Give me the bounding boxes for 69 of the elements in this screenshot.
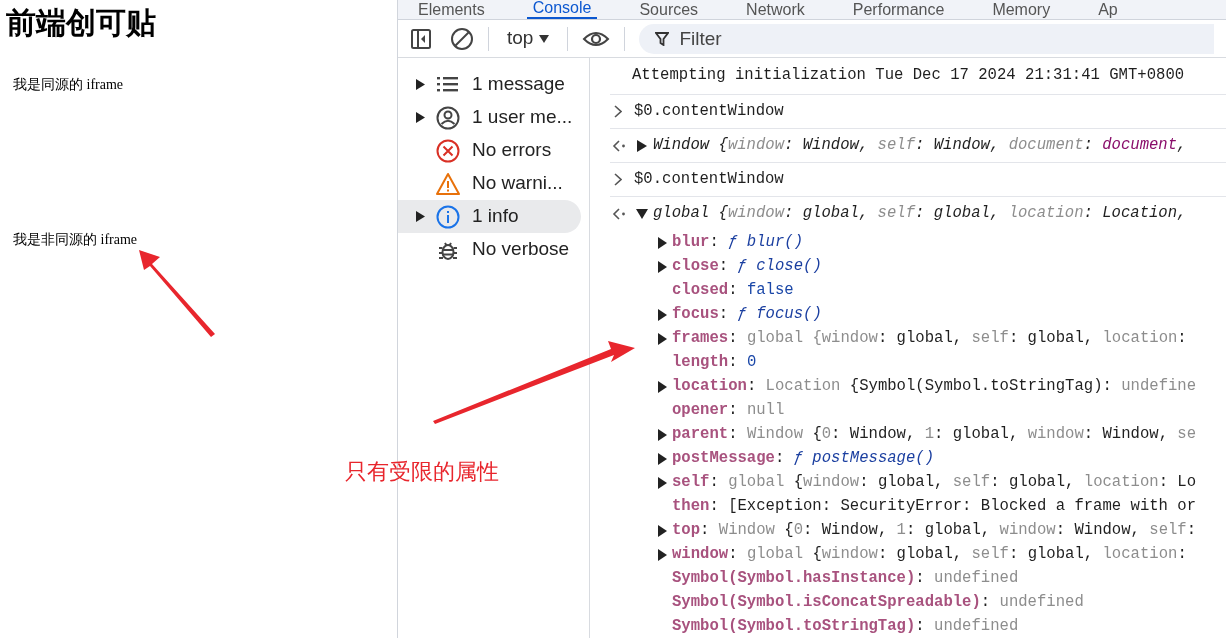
expand-triangle-icon[interactable] xyxy=(658,309,667,321)
property-line: closed: false xyxy=(672,280,794,302)
expand-triangle-icon[interactable] xyxy=(636,139,648,152)
warning-icon xyxy=(436,171,460,196)
error-icon xyxy=(436,138,460,163)
context-dropdown[interactable]: top xyxy=(503,24,554,53)
property-line: Symbol(Symbol.isConcatSpreadable): undefined xyxy=(672,592,1084,614)
expand-triangle-icon[interactable] xyxy=(416,112,425,123)
property-line: postMessage: ƒ postMessage() xyxy=(672,448,935,470)
property-line: focus: ƒ focus() xyxy=(672,304,822,326)
clear-console-icon[interactable] xyxy=(450,26,474,51)
iframe-text: 我是同源的 iframe xyxy=(12,76,124,94)
annotation-text: 只有受限的属性 xyxy=(345,458,499,486)
expand-triangle-icon[interactable] xyxy=(416,211,425,222)
property-line: window: global {window: global, self: global, location: xyxy=(672,544,1187,566)
result-arrow-icon xyxy=(612,208,626,220)
sidebar-item[interactable]: No verbose xyxy=(398,233,581,266)
caret-icon xyxy=(539,34,550,43)
prompt-chevron-icon xyxy=(614,173,622,186)
sidebar-item[interactable]: 1 info xyxy=(398,200,581,233)
devtools-tab[interactable]: Performance xyxy=(846,0,951,19)
sidebar-item[interactable]: No warni... xyxy=(398,167,581,200)
property-line: location: Location {Symbol(Symbol.toStringTag): undefine xyxy=(672,376,1197,398)
expand-triangle-icon[interactable] xyxy=(658,429,667,441)
eye-icon[interactable] xyxy=(582,29,611,48)
result-arrow-icon xyxy=(612,139,626,152)
property-line: blur: ƒ blur() xyxy=(672,232,804,254)
property-line: close: ƒ close() xyxy=(672,256,822,278)
expand-triangle-icon[interactable] xyxy=(658,453,667,465)
filter-icon xyxy=(655,31,670,46)
console-line: $0.contentWindow xyxy=(634,100,784,122)
devtools-tab[interactable]: Ap xyxy=(1092,0,1124,19)
property-line: Symbol(Symbol.toStringTag): undefined xyxy=(672,616,1019,638)
iframe-text: 我是非同源的 iframe xyxy=(12,231,138,249)
expand-triangle-icon[interactable] xyxy=(658,477,667,489)
console-line: Window {window: Window, self: Window, document: document, xyxy=(653,134,1187,156)
property-line: opener: null xyxy=(672,400,785,422)
property-line: parent: Window {0: Window, 1: global, window: Window, se xyxy=(672,424,1197,446)
sidebar-item[interactable]: 1 user me... xyxy=(398,101,581,134)
expand-triangle-icon[interactable] xyxy=(658,549,667,561)
console-line: global {window: global, self: global, location: Location, xyxy=(653,203,1187,225)
devtools-tab[interactable]: Elements xyxy=(412,0,491,19)
expand-triangle-icon[interactable] xyxy=(658,381,667,393)
console-line: $0.contentWindow xyxy=(634,168,784,190)
devtools-tab[interactable]: Sources xyxy=(633,0,705,19)
page-heading: 前端创可贴 xyxy=(5,5,157,41)
filter-field[interactable]: Filter xyxy=(639,23,1214,54)
sidebar-item[interactable]: 1 message xyxy=(398,68,581,101)
property-line: top: Window {0: Window, 1: global, window: Window, self: xyxy=(672,520,1197,542)
expand-triangle-icon[interactable] xyxy=(658,525,667,537)
property-line: self: global {window: global, self: global, location: Lo xyxy=(672,472,1197,494)
property-line: frames: global {window: global, self: global, location: xyxy=(672,328,1187,350)
expand-triangle-icon[interactable] xyxy=(636,208,648,220)
devtools-tab[interactable]: Network xyxy=(740,0,811,19)
property-line: then: [Exception: SecurityError: Blocked a frame with or xyxy=(672,496,1197,518)
console-line: Attempting initialization Tue Dec 17 2024 21:31:41 GMT+0800 xyxy=(632,65,1185,87)
expand-triangle-icon[interactable] xyxy=(658,261,667,273)
devtools-tab[interactable]: Memory xyxy=(986,0,1057,19)
info-icon xyxy=(436,204,460,229)
property-line: Symbol(Symbol.hasInstance): undefined xyxy=(672,568,1019,590)
expand-triangle-icon[interactable] xyxy=(658,237,667,249)
expand-triangle-icon[interactable] xyxy=(416,79,425,90)
sidebar-item[interactable]: No errors xyxy=(398,134,581,167)
sidebar-toggle-icon[interactable] xyxy=(410,27,432,50)
expand-triangle-icon[interactable] xyxy=(658,333,667,345)
property-line: length: 0 xyxy=(672,352,757,374)
prompt-chevron-icon xyxy=(614,105,622,118)
user-icon xyxy=(436,105,460,130)
devtools-tab[interactable]: Console xyxy=(526,0,598,19)
